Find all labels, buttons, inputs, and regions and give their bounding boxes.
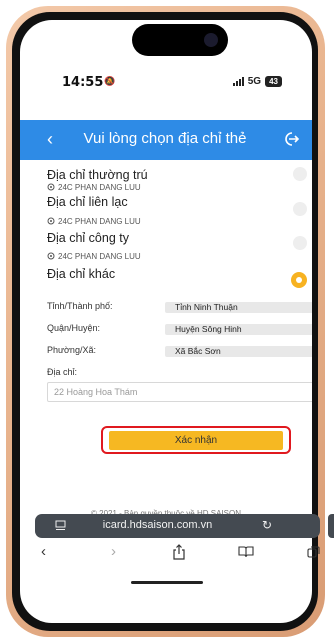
browser-toolbar: ‹ › (20, 543, 320, 563)
district-select[interactable]: Huyện Sông Hinh ◇ (165, 324, 312, 335)
signal-icon (232, 77, 244, 86)
address-label: Địa chỉ: (47, 367, 78, 377)
address-option-label: Địa chỉ thường trú (47, 168, 148, 182)
battery-icon: 43 (265, 76, 282, 87)
logout-icon[interactable] (282, 130, 300, 148)
address-option-contact[interactable]: Địa chỉ liên lạc (47, 193, 307, 216)
network-label: 5G (247, 76, 262, 87)
province-select[interactable]: Tỉnh Ninh Thuận ◇ (165, 302, 312, 313)
address-option-label: Địa chỉ khác (47, 267, 116, 281)
status-bar: 14:55 🔕 5G 43 (20, 72, 312, 96)
forward-nav-icon[interactable]: › (111, 543, 116, 561)
radio-contact[interactable] (293, 202, 307, 216)
address-input[interactable]: 22 Hoàng Hoa Thám (47, 382, 312, 402)
status-time: 14:55 (62, 75, 104, 90)
address-option-permanent[interactable]: Địa chỉ thường trú (47, 166, 307, 184)
address-option-other[interactable]: Địa chỉ khác (47, 265, 307, 288)
radio-company[interactable] (293, 236, 307, 250)
ward-label: Phường/Xã: (47, 345, 96, 355)
district-label: Quận/Huyện: (47, 323, 101, 333)
share-icon[interactable] (172, 544, 186, 560)
address-option-label: Địa chỉ công ty (47, 231, 129, 245)
radio-other-selected[interactable] (291, 272, 307, 288)
location-pin-icon (47, 183, 55, 191)
camera-icon (204, 33, 218, 47)
address-detail: 24C PHAN DANG LUU (47, 217, 141, 226)
back-nav-icon[interactable]: ‹ (41, 543, 46, 561)
next-tab-edge[interactable] (328, 514, 334, 538)
status-indicators: 5G 43 (232, 76, 282, 87)
address-detail: 24C PHAN DANG LUU (47, 252, 141, 261)
location-pin-icon (47, 252, 55, 260)
ward-select[interactable]: Xã Bắc Sơn ◇ (165, 346, 312, 357)
address-bar[interactable]: icard.hdsaison.com.vn ↻ (35, 514, 320, 538)
bookmarks-icon[interactable] (238, 546, 254, 558)
back-button[interactable]: ‹ (40, 129, 60, 149)
url-text: icard.hdsaison.com.vn (102, 519, 213, 531)
address-option-label: Địa chỉ liên lạc (47, 195, 128, 209)
tabs-icon[interactable] (307, 546, 320, 558)
silent-mode-icon: 🔕 (104, 76, 116, 86)
app-header: ‹ Vui lòng chọn địa chỉ thẻ (20, 120, 312, 160)
address-detail: 24C PHAN DANG LUU (47, 183, 141, 192)
reload-icon[interactable]: ↻ (262, 518, 272, 532)
province-label: Tỉnh/Thành phố: (47, 301, 113, 311)
page-title: Vui lòng chọn địa chỉ thẻ (83, 130, 247, 147)
dynamic-island (132, 24, 228, 56)
location-pin-icon (47, 217, 55, 225)
radio-permanent[interactable] (293, 167, 307, 181)
confirm-button[interactable]: Xác nhận (109, 431, 283, 450)
home-indicator[interactable] (131, 581, 203, 584)
address-option-company[interactable]: Địa chỉ công ty (47, 229, 307, 250)
